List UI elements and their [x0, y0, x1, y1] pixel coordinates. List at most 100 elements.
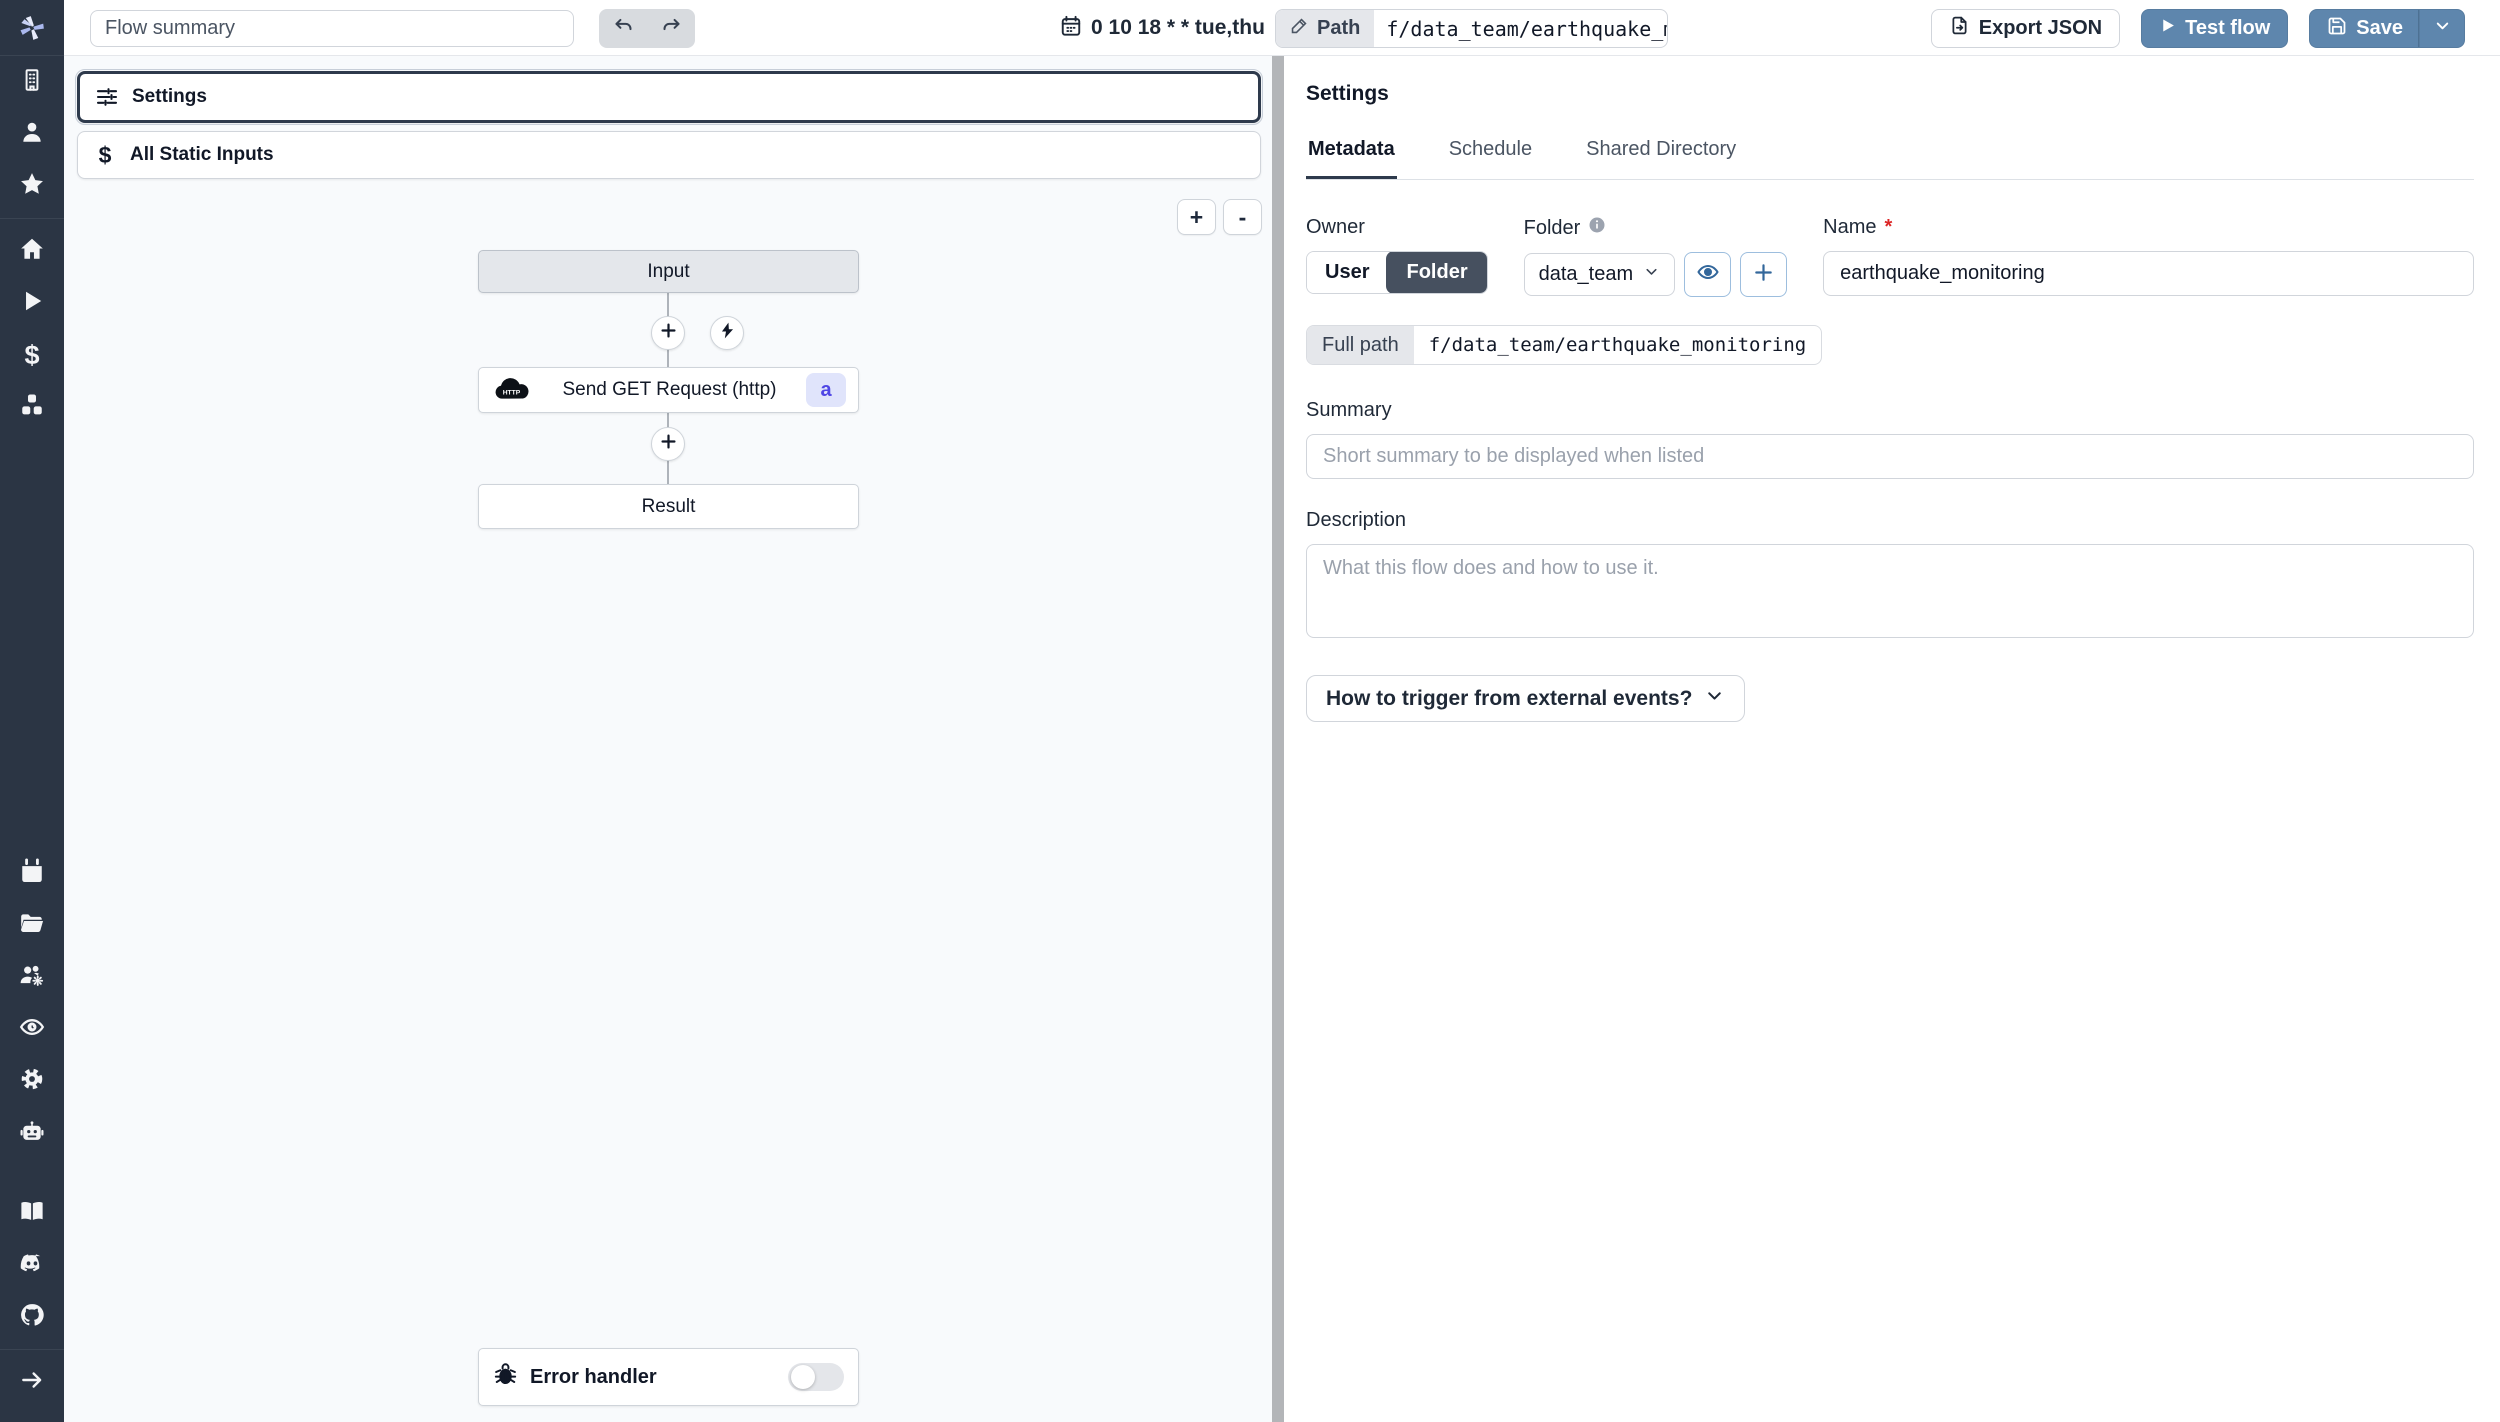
zoom-out-button[interactable]: -: [1223, 199, 1262, 235]
summary-input[interactable]: [1306, 434, 2474, 479]
plus-icon: [1752, 261, 1775, 289]
sidebar-item-settings[interactable]: [0, 1055, 64, 1107]
sidebar-divider-bottom: [0, 1349, 64, 1350]
folder-label: Folder: [1523, 216, 1581, 239]
sidebar-item-folders[interactable]: [0, 899, 64, 951]
input-node[interactable]: Input: [478, 250, 859, 293]
chevron-down-icon: [2433, 16, 2452, 41]
flow-graph-panel: Settings $ All Static Inputs + - Input H…: [64, 56, 1272, 1422]
graph-static-inputs-label: All Static Inputs: [130, 144, 274, 165]
bolt-icon: [718, 321, 737, 345]
discord-icon: [19, 1250, 45, 1281]
export-json-button[interactable]: Export JSON: [1930, 9, 2121, 48]
flow-path-pill[interactable]: Path f/data_team/earthquake_monit: [1275, 9, 1669, 48]
home-icon: [19, 236, 45, 267]
undo-icon: [613, 16, 634, 42]
error-handler-node[interactable]: Error handler: [478, 1348, 859, 1406]
result-node[interactable]: Result: [478, 484, 859, 529]
play-icon: [2159, 17, 2176, 40]
folder-field: Folder data_team: [1523, 216, 1788, 297]
full-path-display: Full path f/data_team/earthquake_monitor…: [1306, 325, 1823, 365]
name-field: Name *: [1823, 216, 2474, 296]
full-path-label: Full path: [1307, 326, 1414, 364]
star-icon: [19, 171, 45, 202]
graph-settings-row[interactable]: Settings: [75, 69, 1263, 125]
http-cloud-icon: HTTP: [491, 377, 533, 403]
pencil-icon: [1290, 16, 1309, 41]
http-step-node[interactable]: HTTP Send GET Request (http) a: [478, 367, 859, 413]
tab-metadata[interactable]: Metadata: [1306, 138, 1397, 179]
graph-static-inputs-row[interactable]: $ All Static Inputs: [77, 131, 1261, 179]
panel-resize-handle[interactable]: [1272, 56, 1284, 1422]
full-path-value: f/data_team/earthquake_monitoring: [1428, 334, 1807, 356]
schedule-cron-text: 0 10 18 * * tue,thu: [1091, 16, 1265, 39]
test-flow-button[interactable]: Test flow: [2141, 9, 2289, 48]
sidebar-item-home[interactable]: [0, 225, 64, 277]
error-handler-toggle[interactable]: [788, 1363, 844, 1391]
view-folder-button[interactable]: [1684, 252, 1732, 297]
undo-button[interactable]: [599, 9, 647, 48]
result-node-label: Result: [641, 495, 696, 517]
sidebar-item-audit[interactable]: [0, 1003, 64, 1055]
schedule-summary[interactable]: 0 10 18 * * tue,thu: [1060, 0, 1265, 56]
settings-panel-title: Settings: [1306, 82, 1389, 105]
path-value: f/data_team/earthquake_monit: [1386, 16, 1667, 41]
sidebar-item-variables[interactable]: $: [0, 329, 64, 381]
sidebar-item-schedules[interactable]: [0, 847, 64, 899]
add-step-button[interactable]: [651, 427, 685, 461]
settings-tabs: Metadata Schedule Shared Directory: [1306, 138, 2474, 180]
flow-name-input[interactable]: [1823, 251, 2474, 296]
dollar-icon: $: [24, 339, 40, 370]
sidebar-item-groups[interactable]: [0, 951, 64, 1003]
sidebar-expand-button[interactable]: [0, 1356, 64, 1408]
calendar-icon: [19, 858, 45, 889]
http-step-label: Send GET Request (http): [562, 379, 777, 400]
save-icon: [2327, 16, 2347, 42]
owner-segmented-control: User Folder: [1306, 251, 1488, 294]
folder-select[interactable]: data_team: [1523, 253, 1676, 296]
building-icon: [19, 67, 45, 98]
sidebar-item-docs[interactable]: [0, 1187, 64, 1239]
plus-icon: [659, 432, 678, 456]
windmill-logo[interactable]: [0, 0, 64, 56]
plus-icon: [659, 321, 678, 345]
external-triggers-button[interactable]: How to trigger from external events?: [1306, 675, 1746, 722]
svg-text:HTTP: HTTP: [503, 390, 521, 397]
summary-field: Summary: [1306, 399, 2474, 479]
required-asterisk: *: [1884, 216, 1893, 238]
flow-summary-input[interactable]: [90, 10, 574, 47]
save-dropdown-button[interactable]: [2419, 9, 2465, 48]
new-folder-button[interactable]: [1740, 252, 1788, 297]
sidebar-item-workspace[interactable]: [0, 56, 64, 108]
trigger-step-button[interactable]: [710, 316, 744, 350]
sidebar-item-favorites[interactable]: [0, 160, 64, 212]
zoom-in-button[interactable]: +: [1177, 199, 1216, 235]
name-label: Name: [1823, 216, 1877, 238]
description-textarea[interactable]: [1306, 544, 2474, 638]
owner-user-option[interactable]: User: [1307, 252, 1388, 293]
sidebar-item-discord[interactable]: [0, 1239, 64, 1291]
sidebar-divider: [0, 218, 64, 219]
tab-shared-directory[interactable]: Shared Directory: [1584, 138, 1738, 179]
add-step-button[interactable]: [651, 316, 685, 350]
owner-folder-option[interactable]: Folder: [1386, 252, 1487, 293]
dollar-icon: $: [98, 141, 112, 168]
bug-icon: [493, 1362, 518, 1392]
toggle-knob: [791, 1365, 815, 1389]
sidebar-item-user[interactable]: [0, 108, 64, 160]
calendar-clock-icon: [1060, 15, 1082, 42]
save-button[interactable]: Save: [2309, 9, 2419, 48]
sidebar-item-runs[interactable]: [0, 277, 64, 329]
tab-schedule[interactable]: Schedule: [1447, 138, 1534, 179]
sidebar-item-resources[interactable]: [0, 381, 64, 433]
sidebar-item-ai[interactable]: [0, 1107, 64, 1159]
owner-field: Owner User Folder: [1306, 216, 1488, 294]
settings-panel: Settings Metadata Schedule Shared Direct…: [1284, 56, 2500, 1422]
redo-button[interactable]: [647, 9, 695, 48]
play-icon: [19, 288, 45, 319]
robot-icon: [19, 1118, 45, 1149]
owner-label: Owner: [1306, 216, 1365, 238]
description-field: Description: [1306, 509, 2474, 643]
graph-settings-label: Settings: [132, 86, 207, 107]
sidebar-item-github[interactable]: [0, 1291, 64, 1343]
